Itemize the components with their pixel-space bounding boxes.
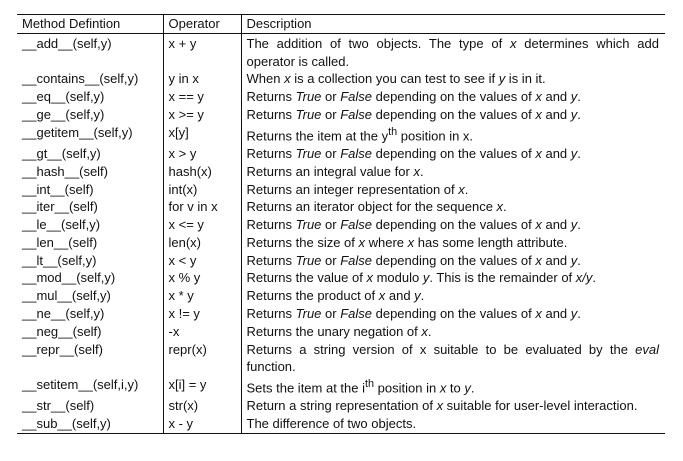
method-cell: __eq__(self,y) — [17, 88, 164, 106]
method-cell: __hash__(self) — [17, 162, 164, 181]
operator-cell: x == y — [163, 88, 242, 106]
table-row: __mul__(self,y) x * y Returns the product … — [17, 287, 665, 306]
operator-cell: x + y — [163, 33, 242, 71]
header-method: Method Defintion — [17, 14, 164, 34]
method-cell: __contains__(self,y) — [17, 70, 164, 89]
method-cell: __gt__(self,y) — [17, 144, 164, 163]
table-row: __iter__(self) for v in x Returns an itera… — [17, 198, 665, 217]
method-cell: __mul__(self,y) — [17, 287, 164, 306]
header-description: Description — [241, 14, 665, 34]
operator-cell: x != y — [163, 305, 242, 323]
description-cell: Sets the item at the ith position in x t… — [246, 378, 475, 396]
table-row: __le__(self,y) x <= y Returns True or Fals… — [17, 216, 665, 234]
method-cell: __le__(self,y) — [17, 216, 164, 234]
header-row: Method Defintion Operator Description — [17, 14, 665, 34]
operator-cell: x >= y — [163, 105, 242, 124]
table-row: __mod__(self,y) x % y Returns the value of… — [17, 269, 665, 288]
operator-cell: x > y — [163, 144, 242, 163]
operator-cell: str(x) — [163, 397, 242, 416]
description-cell: Returns the size of x where x has some l… — [246, 234, 568, 250]
operator-cell: int(x) — [163, 180, 242, 199]
table-row: __gt__(self,y) x > y Returns True or False… — [17, 144, 665, 163]
method-cell: __iter__(self) — [17, 198, 164, 217]
operator-cell: x[i] = y — [163, 376, 242, 398]
description-cell: Returns True or False depending on the v… — [246, 89, 581, 105]
operator-cell: x <= y — [163, 216, 242, 234]
description-cell: Returns an integer representation of x. — [246, 181, 469, 197]
operator-cell: hash(x) — [163, 162, 242, 181]
description-cell: Returns True or False depending on the v… — [246, 217, 581, 233]
operator-cell: repr(x) — [163, 340, 242, 377]
document: Method Defintion Operator Description __… — [17, 14, 665, 434]
description-cell: Return a string representation of x suit… — [246, 398, 638, 414]
table-row: __contains__(self,y) y in x When x is a co… — [17, 70, 665, 89]
method-cell: __int__(self) — [17, 180, 164, 199]
method-cell: __mod__(self,y) — [17, 269, 164, 288]
table-row: __hash__(self) hash(x) Returns an integral… — [17, 162, 665, 181]
method-cell: __str__(self) — [17, 397, 164, 416]
method-cell: __repr__(self) — [17, 340, 164, 377]
table-row: __neg__(self) -x Returns the unary negatio… — [17, 322, 665, 341]
method-cell: __getitem__(self,y) — [17, 123, 164, 145]
method-cell: __ge__(self,y) — [17, 105, 164, 124]
description-cell: Returns True or False depending on the v… — [246, 252, 581, 268]
operator-cell: x % y — [163, 269, 242, 288]
description-cell: When x is a collection you can test to s… — [246, 71, 546, 87]
description-cell: Returns the item at the yth position in … — [246, 125, 474, 144]
method-cell: __neg__(self) — [17, 322, 164, 341]
description-cell: Returns the unary negation of x. — [246, 323, 432, 339]
method-cell: __lt__(self,y) — [17, 251, 164, 270]
description-cell: Returns the product of x and y. — [246, 288, 425, 304]
description-cell: The difference of two objects. — [241, 415, 665, 434]
table-row: __repr__(self) repr(x) Returns a string ve… — [17, 340, 665, 377]
description-cell: Returns an iterator object for the seque… — [246, 199, 507, 215]
operator-cell: x - y — [163, 415, 242, 434]
table-row: __add__(self,y) x + y The addition of two … — [17, 33, 665, 71]
methods-table: Method Defintion Operator Description __… — [17, 14, 665, 434]
description-cell: Returns an integral value for x. — [246, 163, 424, 179]
table-row: __setitem__(self,i,y) x[i] = y Sets the it… — [17, 376, 665, 398]
description-cell: Returns True or False depending on the v… — [246, 306, 581, 322]
operator-cell: len(x) — [163, 233, 242, 252]
description-cell: Returns True or False depending on the v… — [246, 106, 581, 122]
operator-cell: x < y — [163, 251, 242, 270]
description-cell: The addition of two objects. The type of… — [246, 35, 659, 69]
table-row: __len__(self) len(x) Returns the size of x… — [17, 233, 665, 252]
table-row: __ne__(self,y) x != y Returns True or Fals… — [17, 305, 665, 323]
method-cell: __add__(self,y) — [17, 33, 164, 71]
description-cell: Returns True or False depending on the v… — [246, 145, 581, 161]
table-row: __lt__(self,y) x < y Returns True or False… — [17, 251, 665, 270]
operator-cell: y in x — [163, 70, 242, 89]
table-row: __int__(self) int(x) Returns an integer re… — [17, 180, 665, 199]
table-row: __eq__(self,y) x == y Returns True or Fals… — [17, 88, 665, 106]
table-row: __str__(self) str(x) Return a string repre… — [17, 397, 665, 416]
method-cell: __len__(self) — [17, 233, 164, 252]
description-cell: Returns the value of x modulo y. This is… — [246, 270, 597, 286]
table-row: __getitem__(self,y) x[y] Returns the item … — [17, 123, 665, 145]
operator-cell: x[y] — [163, 123, 242, 145]
header-operator: Operator — [163, 14, 242, 34]
table-row: __ge__(self,y) x >= y Returns True or Fals… — [17, 105, 665, 124]
table-row: __sub__(self,y) x - y The difference of tw… — [17, 415, 665, 434]
method-cell: __sub__(self,y) — [17, 415, 164, 434]
description-cell: Returns a string version of x suitable t… — [246, 341, 660, 375]
operator-cell: -x — [163, 322, 242, 341]
operator-cell: for v in x — [163, 198, 242, 217]
method-cell: __setitem__(self,i,y) — [17, 376, 164, 398]
table-body: __add__(self,y) x + y The addition of two … — [17, 33, 665, 434]
operator-cell: x * y — [163, 287, 242, 306]
method-cell: __ne__(self,y) — [17, 305, 164, 323]
